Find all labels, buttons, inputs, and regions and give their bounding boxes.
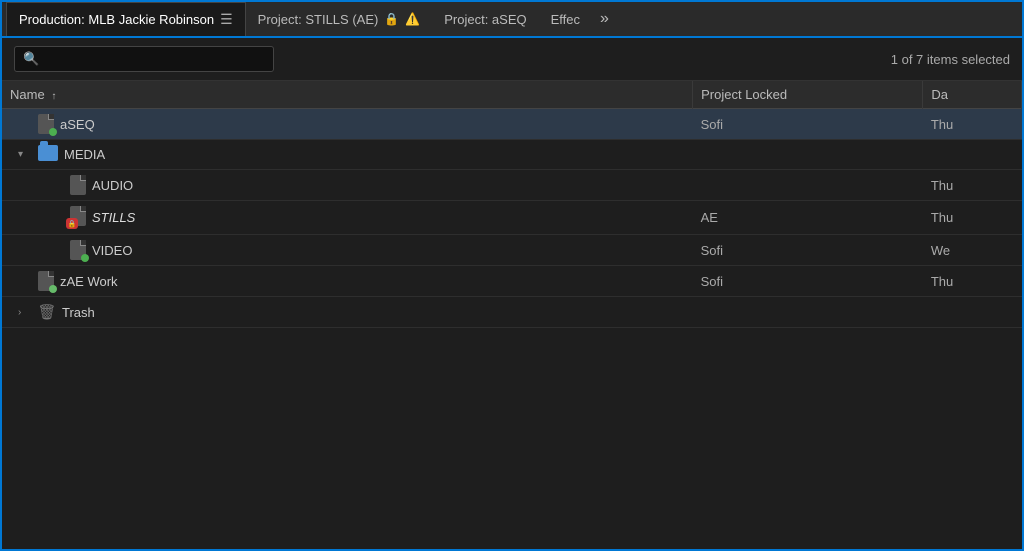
lock-icon: 🔒: [384, 12, 399, 26]
file-green-icon: [38, 114, 54, 134]
collapse-icon[interactable]: ▾: [18, 149, 32, 160]
file-table-wrapper: Name ↑ Project Locked Da aSEQSofiThu▾MED…: [2, 81, 1022, 550]
table-row[interactable]: AUDIO Thu: [2, 170, 1022, 201]
search-input[interactable]: [45, 52, 265, 67]
file-table: Name ↑ Project Locked Da aSEQSofiThu▾MED…: [2, 81, 1022, 328]
row-name-label: STILLS: [92, 210, 135, 225]
row-name-label: AUDIO: [92, 178, 133, 193]
row-name-cell: aSEQ: [2, 109, 693, 140]
row-date: [923, 140, 1022, 170]
search-bar-area: 🔍 1 of 7 items selected: [2, 38, 1022, 81]
file-green-icon: [70, 240, 86, 260]
row-project-locked: [693, 170, 923, 201]
folder-icon: [38, 145, 58, 164]
row-project-locked: AE: [693, 201, 923, 235]
table-row[interactable]: aSEQ SofiThu: [2, 109, 1022, 140]
row-project-locked: [693, 140, 923, 170]
file-green2-icon: [38, 271, 54, 291]
row-project-locked: Sofi: [693, 266, 923, 297]
tab-project-stills-label: Project: STILLS (AE): [258, 12, 379, 27]
column-header-da[interactable]: Da: [923, 81, 1022, 109]
search-icon: 🔍: [23, 51, 39, 67]
row-date: Thu: [923, 170, 1022, 201]
tab-production[interactable]: Production: MLB Jackie Robinson ☰: [6, 2, 246, 36]
tab-project-aseq-label: Project: aSEQ: [444, 12, 526, 27]
tab-bar: Production: MLB Jackie Robinson ☰ Projec…: [2, 2, 1022, 38]
row-name-cell: zAE Work: [2, 266, 693, 297]
row-date: Thu: [923, 201, 1022, 235]
row-date: We: [923, 235, 1022, 266]
row-name-cell: VIDEO: [2, 235, 693, 266]
table-header-row: Name ↑ Project Locked Da: [2, 81, 1022, 109]
file-icon: [70, 175, 86, 195]
tab-project-stills[interactable]: Project: STILLS (AE) 🔒 ⚠️: [246, 2, 433, 36]
row-name-label: aSEQ: [60, 117, 95, 132]
row-date: Thu: [923, 109, 1022, 140]
row-date: Thu: [923, 266, 1022, 297]
tab-effects-label: Effec: [551, 12, 580, 27]
tab-effects[interactable]: Effec: [539, 2, 592, 36]
table-row[interactable]: › 🗑 Trash: [2, 297, 1022, 328]
column-header-name[interactable]: Name ↑: [2, 81, 693, 109]
row-name-cell: 🔒 STILLS: [2, 201, 693, 235]
row-name-cell: AUDIO: [2, 170, 693, 201]
search-box[interactable]: 🔍: [14, 46, 274, 72]
selection-count: 1 of 7 items selected: [891, 52, 1010, 67]
row-project-locked: [693, 297, 923, 328]
row-project-locked: Sofi: [693, 109, 923, 140]
sort-arrow-icon: ↑: [51, 91, 56, 102]
tab-production-menu-icon[interactable]: ☰: [220, 11, 233, 28]
row-name-cell: › 🗑 Trash: [2, 297, 693, 328]
row-project-locked: Sofi: [693, 235, 923, 266]
row-name-label: Trash: [62, 305, 95, 320]
locked-file-icon: 🔒: [70, 206, 86, 229]
row-name-label: MEDIA: [64, 147, 105, 162]
table-row[interactable]: VIDEO SofiWe: [2, 235, 1022, 266]
tab-project-aseq[interactable]: Project: aSEQ: [432, 2, 538, 36]
warning-icon: ⚠️: [405, 12, 420, 26]
column-header-project-locked[interactable]: Project Locked: [693, 81, 923, 109]
table-row[interactable]: 🔒 STILLS AEThu: [2, 201, 1022, 235]
panel-wrapper: Production: MLB Jackie Robinson ☰ Projec…: [0, 0, 1024, 551]
more-tabs-button[interactable]: »: [592, 10, 617, 28]
table-row[interactable]: ▾ MEDIA: [2, 140, 1022, 170]
row-name-cell: ▾ MEDIA: [2, 140, 693, 170]
trash-icon: 🗑: [38, 302, 56, 322]
row-name-label: zAE Work: [60, 274, 118, 289]
row-name-label: VIDEO: [92, 243, 132, 258]
expand-icon[interactable]: ›: [18, 307, 32, 318]
tab-production-label: Production: MLB Jackie Robinson: [19, 12, 214, 27]
table-row[interactable]: zAE Work SofiThu: [2, 266, 1022, 297]
row-date: [923, 297, 1022, 328]
